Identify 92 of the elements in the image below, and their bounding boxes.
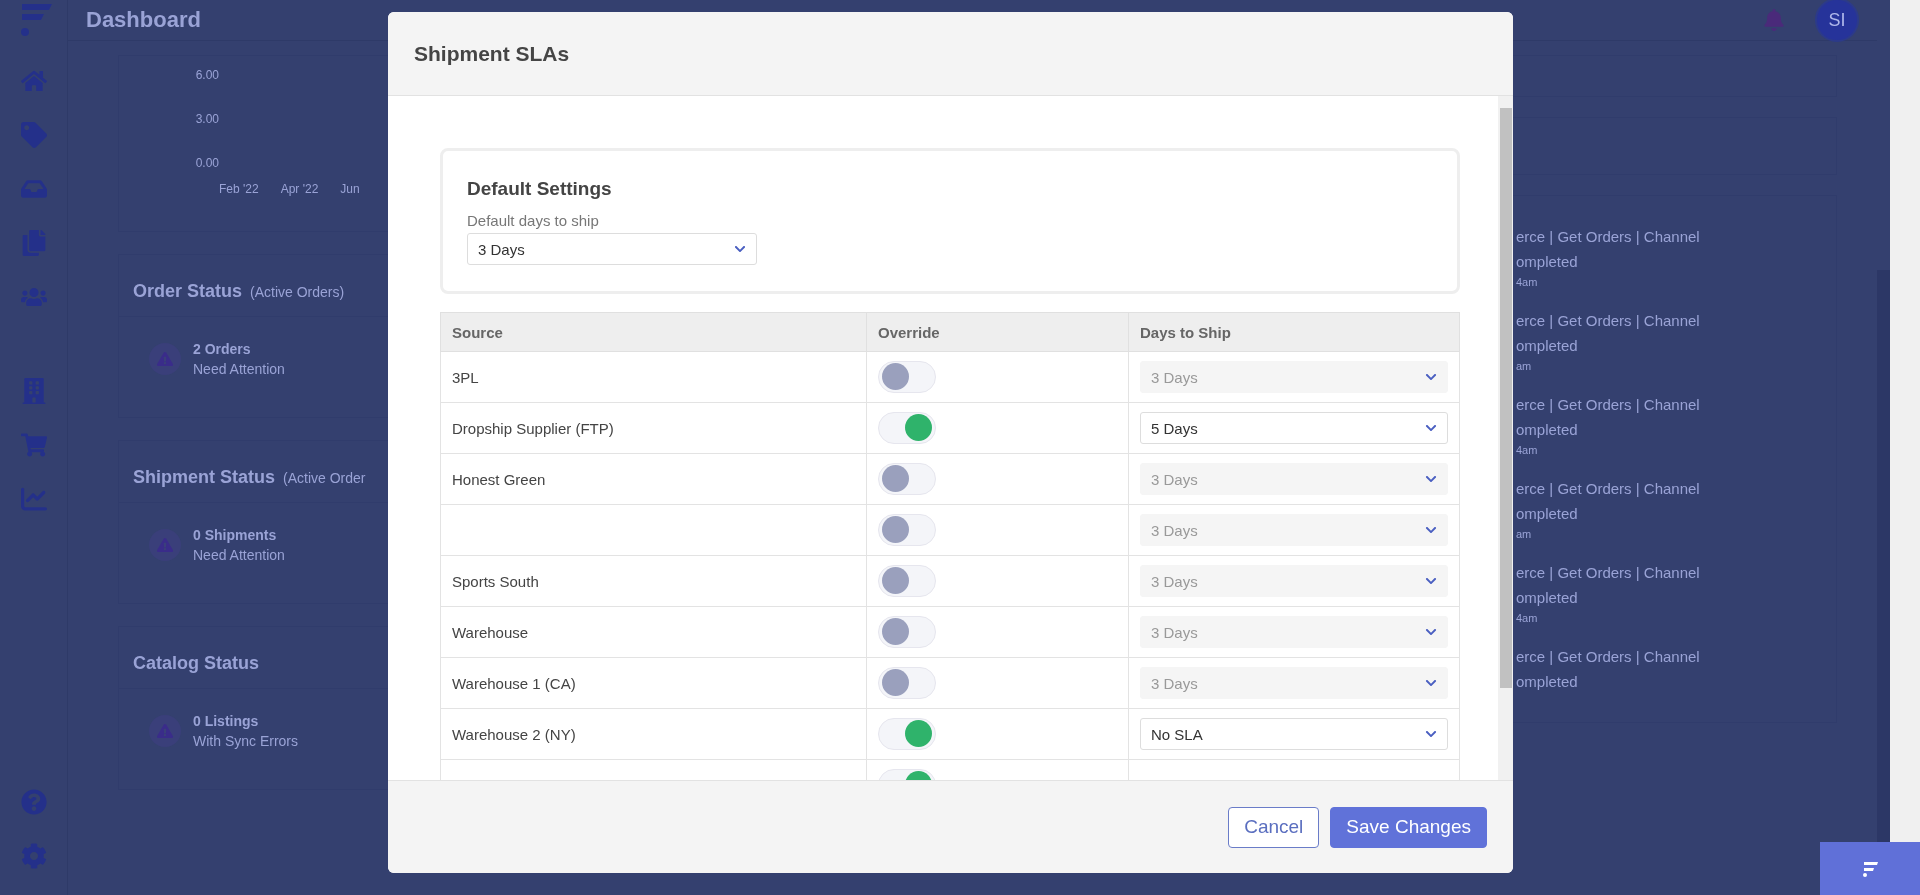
scrollbar-thumb[interactable] (1499, 108, 1512, 688)
activity-text: erce | Get Orders | Channel (1516, 227, 1701, 247)
status-note: Need Attention (193, 547, 285, 563)
chevron-icon (1425, 422, 1437, 434)
chevron-icon (1425, 728, 1437, 740)
help-icon[interactable] (20, 789, 47, 815)
field-label: Default days to ship (467, 212, 600, 229)
days-select[interactable]: 3 Days (1140, 361, 1448, 393)
axis-tick: 0.00 (195, 156, 219, 170)
warning-icon (149, 343, 181, 375)
activity-status: ompleted (1516, 588, 1579, 608)
user-avatar[interactable]: SI (1815, 0, 1859, 42)
card-subtitle: (Active Order (283, 470, 366, 486)
chart-icon[interactable] (20, 486, 47, 512)
source-cell: Honest Green (440, 453, 867, 505)
source-cell: Dropship Supplier (FTP) (440, 402, 867, 454)
status-count: 0 Listings (193, 713, 260, 729)
axis-label: Feb '22 (219, 182, 259, 198)
status-count: 0 Shipments (193, 527, 278, 543)
activity-status: ompleted (1516, 252, 1579, 272)
cart-icon[interactable] (20, 432, 47, 458)
column-header: Source (440, 312, 867, 352)
chevron-icon (1425, 626, 1437, 638)
home-icon[interactable] (20, 68, 47, 94)
activity-time: 4am (1516, 612, 1539, 624)
days-select[interactable]: 5 Days (1140, 412, 1448, 444)
source-cell: Warehouse (440, 606, 867, 658)
source-cell: Warehouse 2 (NY) (440, 708, 867, 760)
override-toggle[interactable] (878, 411, 936, 444)
axis-tick: 6.00 (195, 68, 219, 82)
column-header: Override (866, 312, 1129, 352)
days-select[interactable]: 3 Days (467, 233, 757, 265)
tag-icon[interactable] (20, 122, 47, 148)
save-button[interactable]: Save Changes (1330, 806, 1487, 848)
override-toggle[interactable] (878, 666, 936, 699)
days-select[interactable]: 3 Days (1140, 463, 1448, 495)
cancel-button[interactable]: Cancel (1228, 806, 1320, 848)
axis-label: Jun (340, 182, 360, 198)
activity-status: ompleted (1516, 672, 1579, 692)
warning-icon (149, 529, 181, 561)
chevron-icon (734, 243, 746, 255)
chevron-icon (1425, 575, 1437, 587)
activity-text: erce | Get Orders | Channel (1516, 647, 1701, 667)
days-select[interactable]: 3 Days (1140, 616, 1448, 648)
days-select[interactable]: 3 Days (1140, 565, 1448, 597)
activity-time: 4am (1516, 444, 1539, 456)
card-title: Catalog Status (133, 653, 260, 674)
documents-icon[interactable] (20, 230, 47, 256)
settings-icon[interactable] (20, 843, 47, 869)
warning-icon (149, 715, 181, 747)
axis-label: Apr '22 (280, 182, 319, 198)
chevron-icon (1425, 473, 1437, 485)
building-icon[interactable] (20, 378, 47, 404)
chevron-icon (1425, 677, 1437, 689)
activity-time: am (1516, 360, 1533, 372)
section-title: Default Settings (467, 178, 613, 200)
override-toggle[interactable] (878, 360, 936, 393)
days-select[interactable]: No SLA (1140, 718, 1448, 750)
source-cell: 3PL (440, 351, 867, 403)
activity-text: erce | Get Orders | Channel (1516, 311, 1701, 331)
card-subtitle: (Active Orders) (250, 284, 345, 300)
logo-icon (1861, 860, 1879, 877)
days-select[interactable]: 3 Days (1140, 667, 1448, 699)
status-note: With Sync Errors (193, 733, 298, 749)
activity-text: erce | Get Orders | Channel (1516, 563, 1701, 583)
chevron-icon (1425, 524, 1437, 536)
axis-tick: 3.00 (195, 112, 219, 126)
activity-text: erce | Get Orders | Channel (1516, 479, 1701, 499)
chevron-icon (1425, 371, 1437, 383)
page-title: Dashboard (86, 7, 202, 33)
activity-status: ompleted (1516, 336, 1579, 356)
override-toggle[interactable] (878, 564, 936, 597)
override-toggle[interactable] (878, 615, 936, 648)
override-toggle[interactable] (878, 462, 936, 495)
modal-title: Shipment SLAs (414, 41, 570, 66)
activity-time: 4am (1516, 276, 1539, 288)
activity-status: ompleted (1516, 504, 1579, 524)
source-cell: Warehouse 1 (CA) (440, 657, 867, 709)
column-header: Days to Ship (1128, 312, 1460, 352)
status-note: Need Attention (193, 361, 285, 377)
activity-status: ompleted (1516, 420, 1579, 440)
activity-text: erce | Get Orders | Channel (1516, 395, 1701, 415)
chat-button[interactable] (1820, 842, 1920, 895)
card-title: Order Status (133, 281, 243, 302)
activity-time: am (1516, 528, 1533, 540)
override-toggle[interactable] (878, 513, 936, 546)
days-select[interactable]: 3 Days (1140, 514, 1448, 546)
source-cell: Sports South (440, 555, 867, 607)
card-title: Shipment Status (133, 467, 275, 488)
status-count: 2 Orders (193, 341, 252, 357)
scrollbar-thumb[interactable] (1877, 270, 1890, 842)
override-toggle[interactable] (878, 717, 936, 750)
